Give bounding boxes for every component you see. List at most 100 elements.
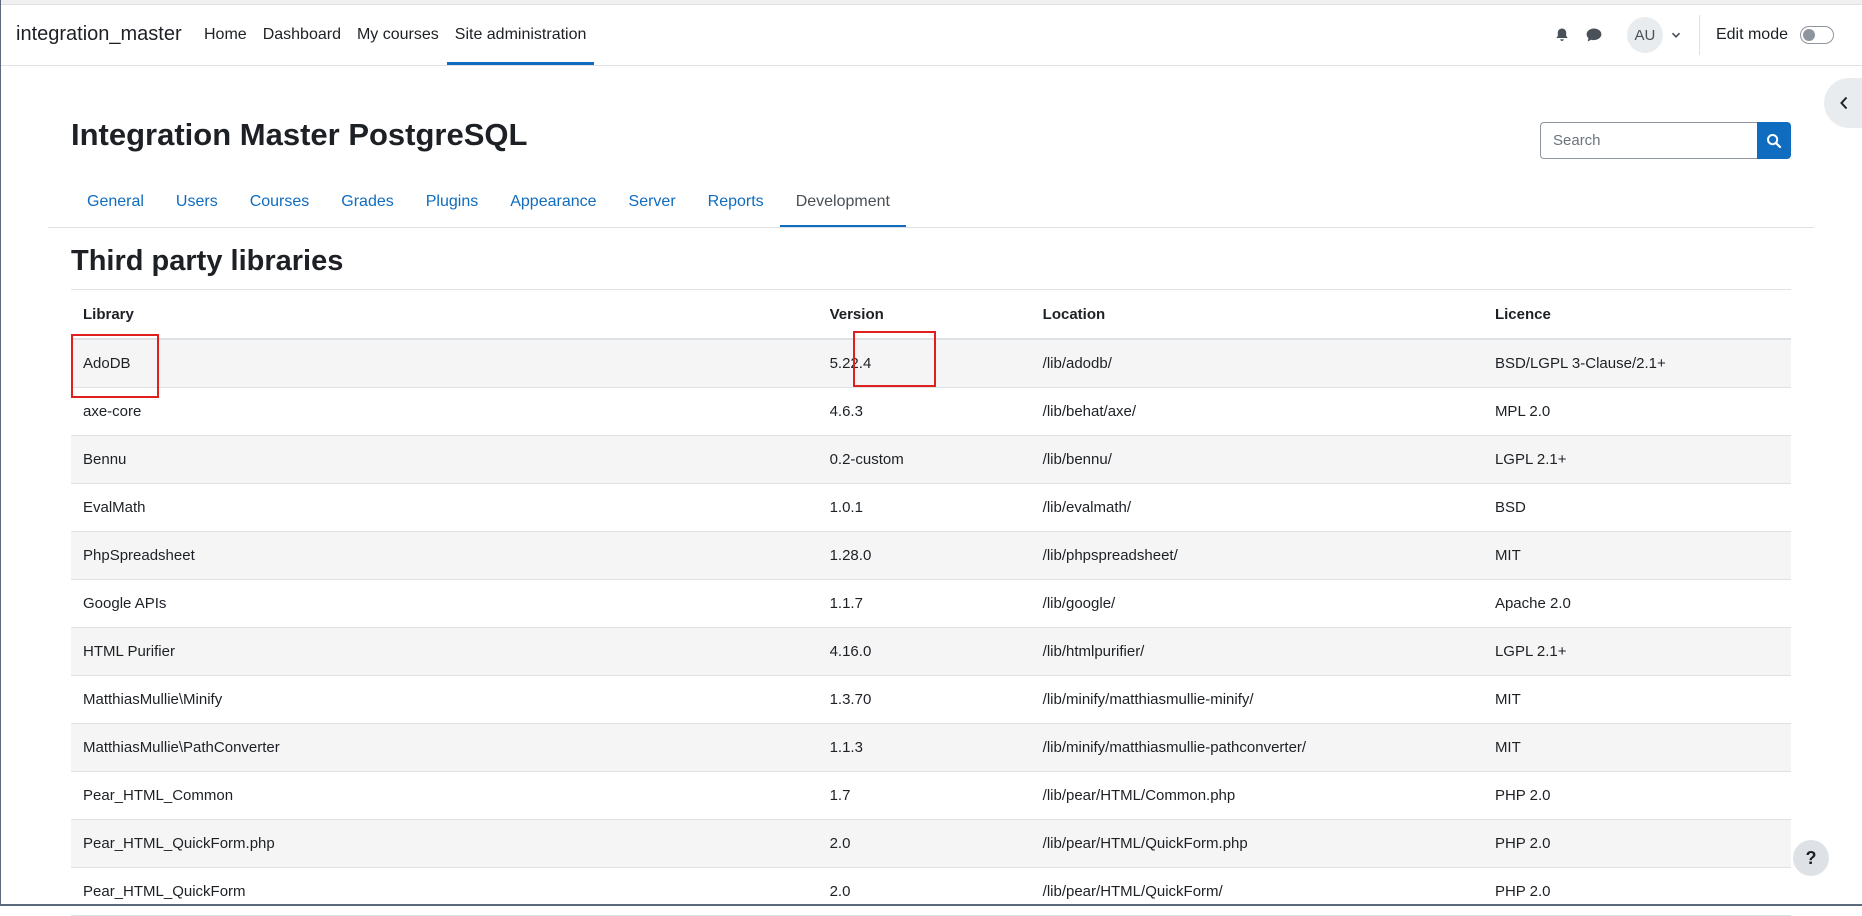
table-row: Bennu 0.2-custom/lib/bennu/LGPL 2.1+ [71, 435, 1791, 484]
column-header-location: Location [1030, 290, 1483, 340]
bell-icon [1556, 28, 1568, 41]
tab-grades[interactable]: Grades [325, 176, 409, 228]
table-row: Pear_HTML_QuickForm 2.0/lib/pear/HTML/Qui… [71, 867, 1791, 916]
column-header-licence: Licence [1482, 290, 1791, 340]
cell-library: HTML Purifier [71, 627, 818, 676]
table-header-row: Library Version Location Licence [71, 290, 1791, 340]
edit-mode-toggle[interactable] [1800, 26, 1834, 44]
cell-version: 2.0 [817, 819, 1031, 868]
column-header-version: Version [817, 290, 1031, 340]
cell-licence: MPL 2.0 [1482, 387, 1791, 436]
chat-icon [1586, 28, 1602, 42]
cell-location: /lib/pear/HTML/Common.php [1030, 771, 1483, 820]
avatar: AU [1626, 17, 1663, 53]
tab-courses[interactable]: Courses [234, 176, 326, 228]
cell-version: 5.22.4 [817, 339, 1031, 388]
tab-reports[interactable]: Reports [692, 176, 780, 228]
table-row: axe-core 4.6.3/lib/behat/axe/MPL 2.0 [71, 387, 1791, 436]
top-navbar: integration_master Home Dashboard My cou… [0, 5, 1862, 66]
nav-home[interactable]: Home [196, 5, 255, 65]
edit-mode-control: Edit mode [1700, 26, 1862, 44]
cell-licence: MIT [1482, 531, 1791, 580]
cell-location: /lib/pear/HTML/QuickForm.php [1030, 819, 1483, 868]
cell-location: /lib/evalmath/ [1030, 483, 1483, 532]
cell-licence: Apache 2.0 [1482, 579, 1791, 628]
cell-version: 1.1.3 [817, 723, 1031, 772]
cell-version: 4.6.3 [817, 387, 1031, 436]
tab-general[interactable]: General [71, 176, 160, 228]
tab-appearance[interactable]: Appearance [494, 176, 612, 228]
tab-users[interactable]: Users [160, 176, 234, 228]
cell-library: Pear_HTML_QuickForm [71, 867, 818, 916]
table-row: PhpSpreadsheet 1.28.0/lib/phpspreadsheet/… [71, 531, 1791, 580]
help-button[interactable]: ? [1793, 840, 1829, 876]
edit-mode-toggle-knob [1803, 29, 1815, 41]
cell-licence: MIT [1482, 723, 1791, 772]
section-title: Third party libraries [71, 245, 344, 277]
cell-library: MatthiasMullie\Minify [71, 675, 818, 724]
table-row: Pear_HTML_QuickForm.php 2.0/lib/pear/HTML… [71, 819, 1791, 868]
table-row: Pear_HTML_Common 1.7/lib/pear/HTML/Common… [71, 771, 1791, 820]
cell-location: /lib/adodb/ [1030, 339, 1483, 388]
cell-version: 4.16.0 [817, 627, 1031, 676]
notifications-button[interactable] [1547, 20, 1577, 50]
nav-my-courses[interactable]: My courses [349, 5, 447, 65]
cell-library: axe-core [71, 387, 818, 436]
cell-version: 0.2-custom [817, 435, 1031, 484]
cell-library: Pear_HTML_QuickForm.php [71, 819, 818, 868]
admin-search-form [1540, 122, 1791, 159]
primary-navigation: Home Dashboard My courses Site administr… [196, 5, 595, 65]
table-row: EvalMath 1.0.1/lib/evalmath/BSD [71, 483, 1791, 532]
cell-version: 2.0 [817, 867, 1031, 916]
cell-library: Bennu [71, 435, 818, 484]
table-row: AdoDB 5.22.4/lib/adodb/BSD/LGPL 3-Clause/… [71, 339, 1791, 388]
cell-library: Google APIs [71, 579, 818, 628]
admin-search-input[interactable] [1540, 122, 1757, 159]
nav-dashboard[interactable]: Dashboard [255, 5, 349, 65]
nav-site-administration[interactable]: Site administration [446, 5, 595, 65]
tabs-divider [48, 227, 1814, 228]
cell-location: /lib/pear/HTML/QuickForm/ [1030, 867, 1483, 916]
cell-licence: PHP 2.0 [1482, 819, 1791, 868]
tab-plugins[interactable]: Plugins [410, 176, 494, 228]
chevron-left-icon [1840, 96, 1848, 110]
messages-button[interactable] [1579, 20, 1609, 50]
table-row: MatthiasMullie\Minify 1.3.70/lib/minify/m… [71, 675, 1791, 724]
navbar-user-area: AU Edit mode [1547, 5, 1862, 65]
tab-development[interactable]: Development [779, 176, 907, 228]
column-header-library: Library [71, 290, 818, 340]
cell-version: 1.0.1 [817, 483, 1031, 532]
chevron-down-icon [1671, 32, 1681, 38]
cell-version: 1.7 [817, 771, 1031, 820]
cell-location: /lib/minify/matthiasmullie-minify/ [1030, 675, 1483, 724]
cell-location: /lib/phpspreadsheet/ [1030, 531, 1483, 580]
site-brand[interactable]: integration_master [16, 23, 182, 46]
cell-location: /lib/minify/matthiasmullie-pathconverter… [1030, 723, 1483, 772]
admin-tabs: General Users Courses Grades Plugins App… [71, 176, 907, 228]
admin-search-button[interactable] [1757, 122, 1791, 159]
table-row: MatthiasMullie\PathConverter 1.1.3/lib/mi… [71, 723, 1791, 772]
cell-licence: MIT [1482, 675, 1791, 724]
cell-licence: BSD/LGPL 3-Clause/2.1+ [1482, 339, 1791, 388]
cell-version: 1.1.7 [817, 579, 1031, 628]
page-title: Integration Master PostgreSQL [71, 117, 528, 152]
cell-location: /lib/htmlpurifier/ [1030, 627, 1483, 676]
table-row: Google APIs 1.1.7/lib/google/Apache 2.0 [71, 579, 1791, 628]
cell-library: EvalMath [71, 483, 818, 532]
open-block-drawer-button[interactable] [1824, 78, 1862, 128]
cell-licence: LGPL 2.1+ [1482, 627, 1791, 676]
cell-licence: LGPL 2.1+ [1482, 435, 1791, 484]
cell-licence: PHP 2.0 [1482, 771, 1791, 820]
search-icon [1767, 133, 1782, 148]
cell-version: 1.3.70 [817, 675, 1031, 724]
user-menu-toggle[interactable]: AU [1626, 17, 1681, 53]
tab-server[interactable]: Server [613, 176, 692, 228]
cell-library: PhpSpreadsheet [71, 531, 818, 580]
cell-library: MatthiasMullie\PathConverter [71, 723, 818, 772]
table-row: HTML Purifier 4.16.0/lib/htmlpurifier/LGP… [71, 627, 1791, 676]
cell-version: 1.28.0 [817, 531, 1031, 580]
cell-licence: PHP 2.0 [1482, 867, 1791, 916]
cell-licence: BSD [1482, 483, 1791, 532]
cell-location: /lib/bennu/ [1030, 435, 1483, 484]
cell-location: /lib/behat/axe/ [1030, 387, 1483, 436]
